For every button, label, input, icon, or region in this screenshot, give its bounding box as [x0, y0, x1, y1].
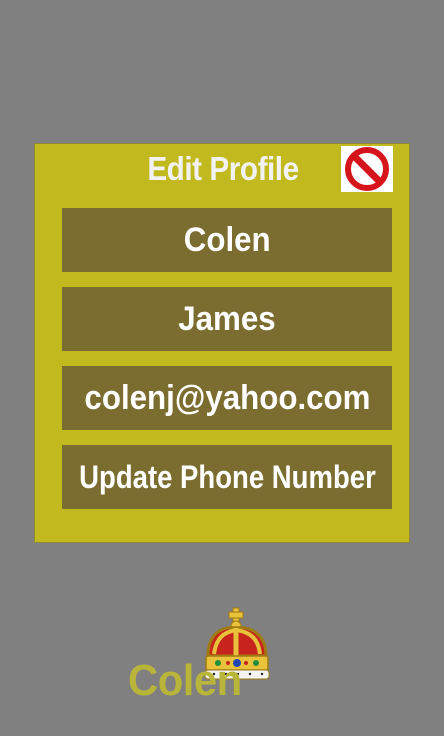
update-phone-button[interactable]: Update Phone Number	[62, 445, 392, 509]
app-logo: Colen	[128, 598, 278, 708]
no-entry-icon	[345, 147, 389, 191]
close-button[interactable]	[341, 146, 393, 192]
first-name-value: Colen	[183, 220, 271, 259]
edit-profile-dialog: Edit Profile Colen James colenj@yahoo.co…	[34, 143, 410, 543]
logo-text: Colen	[128, 656, 242, 705]
email-value: colenj@yahoo.com	[83, 378, 371, 417]
last-name-field[interactable]: James	[62, 287, 392, 351]
update-phone-label: Update Phone Number	[78, 458, 376, 495]
email-field[interactable]: colenj@yahoo.com	[62, 366, 392, 430]
last-name-value: James	[178, 299, 276, 338]
first-name-field[interactable]: Colen	[62, 208, 392, 272]
